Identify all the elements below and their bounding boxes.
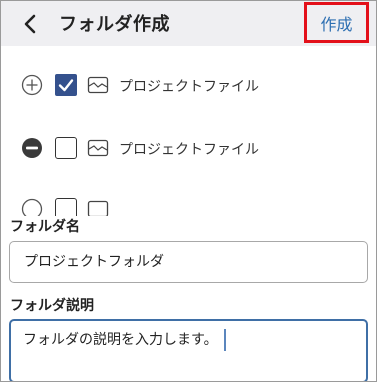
page-title: フォルダ作成 — [59, 14, 170, 35]
file-list: プロジェクトファイル プロジェクトファイル — [1, 46, 376, 216]
create-button[interactable]: 作成 — [304, 2, 369, 43]
plus-circle-icon[interactable] — [21, 74, 43, 96]
list-item-label: プロジェクトファイル — [119, 79, 259, 95]
folder-description-label: フォルダ説明 — [10, 298, 94, 314]
folder-description-text: フォルダの説明を入力します。 — [23, 332, 218, 348]
folder-image-icon — [87, 200, 109, 216]
folder-description-field[interactable]: フォルダの説明を入力します。 — [9, 319, 368, 381]
checkbox-unchecked[interactable] — [55, 137, 77, 159]
header-bar: フォルダ作成 作成 — [1, 1, 376, 46]
app-frame: フォルダ作成 作成 プロジェクトファイル プロジェクトファイル フォルダ名 プロ… — [0, 0, 377, 382]
folder-image-icon — [87, 139, 109, 157]
plus-circle-icon[interactable] — [21, 198, 43, 216]
folder-name-label: フォルダ名 — [10, 219, 80, 235]
folder-name-field[interactable]: プロジェクトフォルダ — [9, 241, 368, 283]
list-item[interactable]: プロジェクトファイル — [1, 128, 376, 168]
list-item-label: プロジェクトファイル — [119, 142, 259, 158]
text-cursor — [223, 329, 226, 351]
minus-circle-icon[interactable] — [21, 137, 43, 159]
checkbox-unchecked[interactable] — [55, 198, 77, 216]
list-item[interactable]: プロジェクトファイル — [1, 66, 376, 106]
chevron-left-icon — [24, 14, 36, 34]
list-item[interactable] — [1, 198, 376, 216]
checkbox-checked[interactable] — [55, 74, 77, 96]
folder-image-icon — [87, 76, 109, 94]
back-button[interactable] — [15, 9, 45, 39]
check-icon — [58, 79, 74, 92]
